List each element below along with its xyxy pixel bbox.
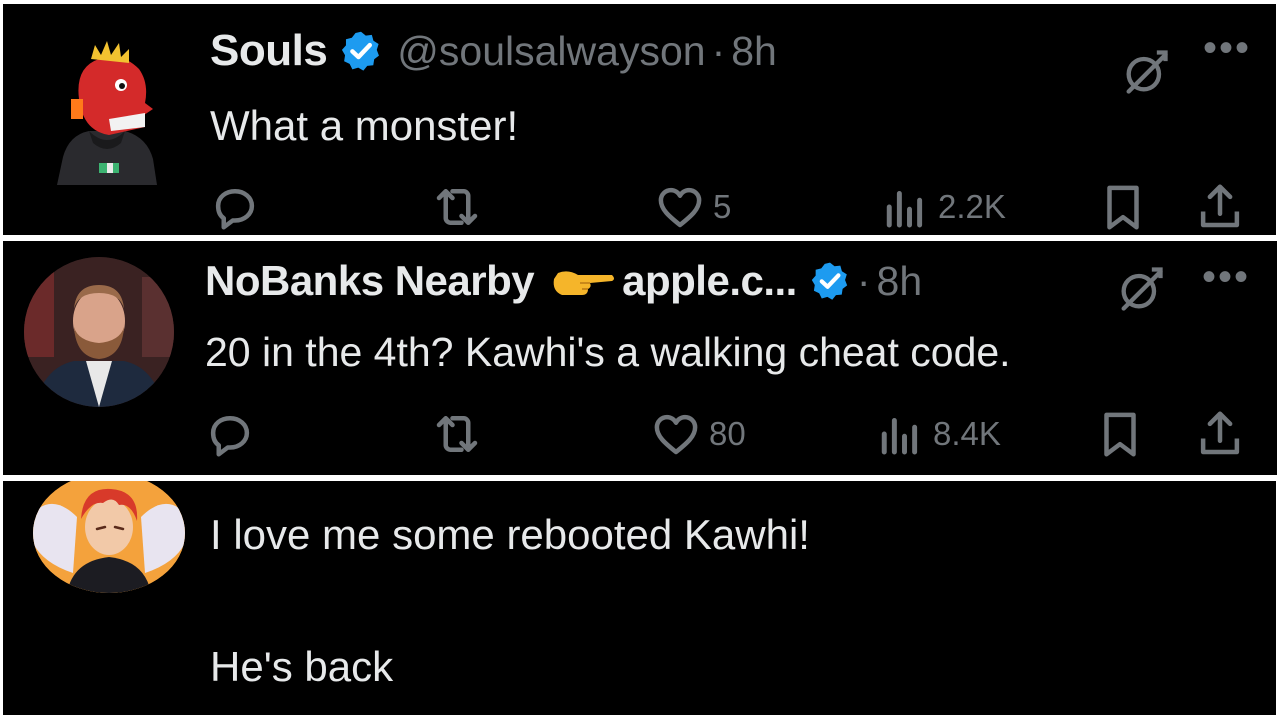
reply-icon: [210, 416, 250, 457]
post-text-line-1: I love me some rebooted Kawhi!: [210, 511, 810, 558]
avatar[interactable]: [24, 257, 174, 407]
views-icon: [886, 191, 923, 228]
views-icon: [881, 418, 918, 455]
grok-icon[interactable]: [1120, 46, 1172, 98]
post-2[interactable]: NoBanks Nearby apple.c... · 8h ••• 20 in…: [3, 241, 1277, 475]
display-name-suffix[interactable]: apple.c...: [622, 257, 797, 305]
reply-button[interactable]: [208, 180, 268, 234]
share-icon: [1200, 411, 1240, 455]
reply-icon: [215, 189, 255, 230]
bookmark-icon: [1104, 412, 1136, 457]
post-text: 20 in the 4th? Kawhi's a walking cheat c…: [205, 329, 1011, 375]
post-3[interactable]: I love me some rebooted Kawhi! He's back: [3, 481, 1276, 715]
post-header: Souls @soulsalwayson · 8h: [210, 26, 777, 76]
like-button[interactable]: 5: [653, 180, 731, 234]
bearded-man-avatar-icon: [24, 257, 174, 407]
more-icon[interactable]: •••: [1202, 255, 1250, 300]
display-name[interactable]: Souls: [210, 26, 328, 76]
bookmark-icon: [1107, 185, 1139, 230]
views-count: 8.4K: [933, 415, 1001, 452]
grok-icon[interactable]: [1115, 263, 1167, 315]
views-button[interactable]: 8.4K: [873, 407, 1001, 461]
anime-winged-avatar-icon: [33, 481, 185, 593]
post-header: NoBanks Nearby apple.c... · 8h: [205, 257, 922, 305]
separator-dot: ·: [711, 27, 726, 74]
pointing-finger-emoji-icon: [553, 271, 615, 295]
red-dragon-avatar-icon: [57, 41, 157, 185]
action-bar: 5 2.2K: [3, 180, 1276, 235]
post-1[interactable]: Souls @soulsalwayson · 8h ••• What a mon…: [3, 4, 1276, 235]
like-button[interactable]: 80: [649, 407, 746, 461]
display-name[interactable]: NoBanks Nearby: [205, 257, 535, 305]
views-count: 2.2K: [938, 188, 1006, 225]
share-icon: [1200, 184, 1240, 228]
like-icon: [654, 414, 698, 455]
avatar[interactable]: [49, 39, 165, 185]
avatar[interactable]: [33, 481, 185, 593]
like-count: 5: [713, 188, 732, 225]
share-button[interactable]: [1193, 180, 1247, 234]
separator-dot: ·: [856, 257, 871, 304]
repost-icon: [436, 416, 478, 452]
bookmark-button[interactable]: [1093, 407, 1147, 461]
reply-button[interactable]: [203, 407, 263, 461]
post-text-line-2: He's back: [210, 643, 394, 690]
verified-badge-icon: [811, 262, 848, 300]
share-button[interactable]: [1193, 407, 1247, 461]
more-icon[interactable]: •••: [1203, 26, 1251, 71]
action-bar: 80 8.4K: [3, 407, 1277, 467]
repost-icon: [436, 189, 478, 225]
post-text: What a monster!: [210, 102, 519, 149]
verified-badge-icon: [342, 31, 380, 71]
like-count: 80: [709, 415, 746, 452]
like-icon: [658, 187, 702, 228]
views-button[interactable]: 2.2K: [878, 180, 1006, 234]
post-time[interactable]: 8h: [877, 258, 923, 305]
user-handle[interactable]: @soulsalwayson: [397, 28, 705, 75]
bookmark-button[interactable]: [1096, 180, 1150, 234]
repost-button[interactable]: [430, 180, 490, 234]
repost-button[interactable]: [430, 407, 490, 461]
post-time[interactable]: 8h: [731, 28, 777, 75]
